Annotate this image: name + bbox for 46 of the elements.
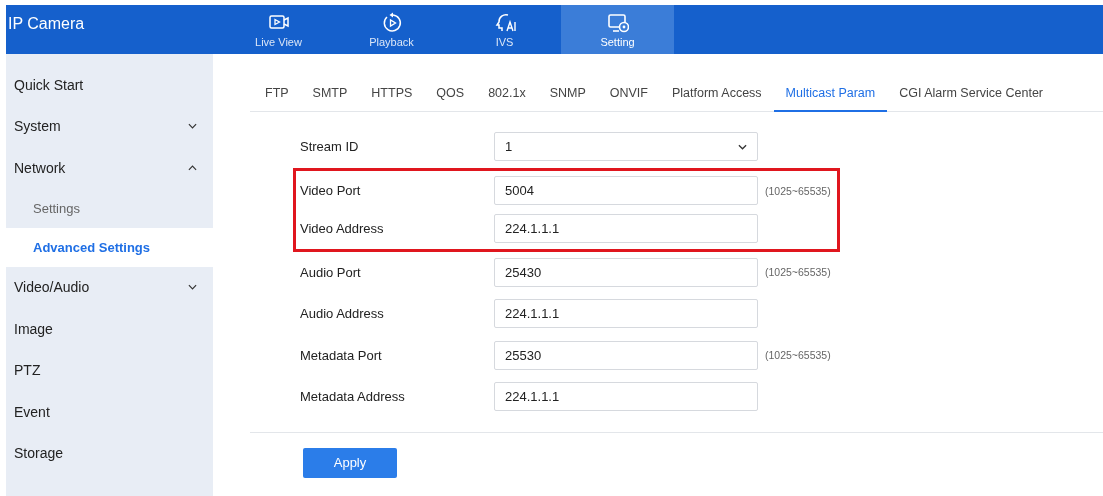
tab[interactable]: QOS [424,80,477,111]
tab[interactable]: 802.1x [476,80,538,111]
sidebar-subitem[interactable]: Settings [6,188,213,228]
tab[interactable]: SNMP [537,80,598,111]
nav-tab[interactable]: IVS [448,5,561,54]
tab[interactable]: FTP [250,80,301,111]
sidebar-item[interactable]: Video/Audio [6,266,213,308]
sidebar-item[interactable]: Storage [6,432,213,474]
tab[interactable]: HTTPS [359,80,425,111]
sidebar-item[interactable]: Quick Start [6,64,213,106]
sidebar-item[interactable]: Image [6,308,213,350]
input-field[interactable]: 25530 [494,340,758,370]
field-label: Audio Address [300,306,385,322]
tab[interactable]: ONVIF [597,80,660,111]
tab[interactable]: Multicast Param [773,80,888,112]
range-hint: (1025~65535) [765,266,831,279]
field-label: Metadata Port [300,347,383,363]
chevron-down-icon [738,143,747,150]
apply-button[interactable]: Apply [303,447,397,478]
sidebar-item[interactable]: PTZ [6,349,213,391]
tab[interactable]: CGI Alarm Service Center [887,80,1055,111]
dropdown[interactable]: 1 [494,132,758,162]
app-title: IP Camera [7,14,86,34]
input-field[interactable]: 224.1.1.1 [494,214,758,243]
field-label: Metadata Address [300,389,406,405]
range-hint: (1025~65535) [765,349,831,362]
sidebar-item[interactable]: Event [6,391,213,433]
input-field[interactable]: 224.1.1.1 [494,299,758,329]
input-field[interactable]: 5004 [494,176,758,205]
nav-tab[interactable]: Live View [222,5,335,54]
tab[interactable]: SMTP [300,80,360,111]
screen-gear-icon [606,11,629,34]
input-field[interactable]: 25430 [494,257,758,287]
field-label: Audio Port [300,264,362,280]
field-label: Stream ID [300,139,360,155]
sidebar-item[interactable]: System [6,105,213,147]
field-label: Video Port [300,183,362,198]
field-label: Video Address [300,221,385,236]
range-hint: (1025~65535) [765,184,831,197]
nav-tab[interactable]: Setting [561,5,674,54]
nav-tab[interactable]: Playback [335,5,448,54]
sidebar-subitem[interactable]: Advanced Settings [6,227,213,267]
input-field[interactable]: 224.1.1.1 [494,382,758,412]
head-icon [493,11,516,34]
tab[interactable]: Platform Access [660,80,774,111]
sidebar-item[interactable]: Network [6,147,213,189]
